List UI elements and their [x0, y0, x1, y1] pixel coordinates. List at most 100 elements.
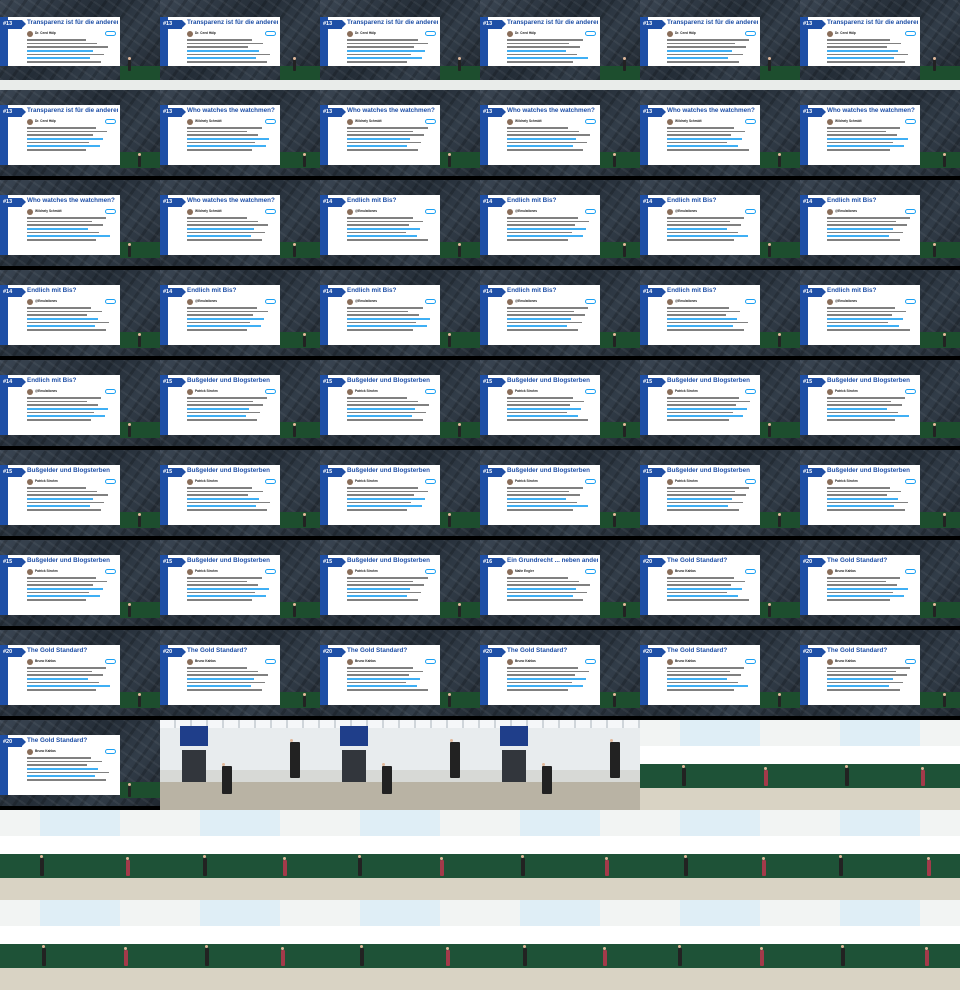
slide-frame[interactable]: #14 Endlich mit Bis? @Emulationes: [320, 180, 480, 270]
speaker: [293, 243, 296, 257]
slide-number: #15: [640, 468, 666, 477]
speaker: [760, 947, 764, 966]
slide-frame[interactable]: #13 Transparenz ist für die anderen... Dr.…: [640, 0, 800, 80]
stage-frame[interactable]: [640, 900, 800, 990]
slide-frame[interactable]: #15 Bußgelder und Blogsterben Patrick Stro…: [160, 360, 320, 450]
stage-frame[interactable]: [480, 810, 640, 900]
stage-frame[interactable]: [160, 900, 320, 990]
tweet-text: [27, 217, 111, 243]
stage-frame[interactable]: [320, 810, 480, 900]
text-line: [347, 408, 416, 410]
stage-frame[interactable]: [480, 900, 640, 990]
stage-frame[interactable]: [320, 900, 480, 990]
slide-frame[interactable]: #20 The Gold Standard? Bruno Kahlas: [480, 630, 640, 720]
text-line: [827, 397, 906, 399]
slide-frame[interactable]: #20 The Gold Standard? Bruno Kahlas: [0, 720, 160, 810]
slide-frame[interactable]: #13 Who watches the watchmen? Wildnely Sch…: [480, 90, 640, 180]
slide-frame[interactable]: #13 Transparenz ist für die anderen... Dr.…: [320, 0, 480, 80]
slide-frame[interactable]: #15 Bußgelder und Blogsterben Patrick Stro…: [160, 540, 320, 630]
slide-frame[interactable]: #15 Bußgelder und Blogsterben Patrick Stro…: [0, 540, 160, 630]
slide-frame[interactable]: #14 Endlich mit Bis? @Emulationes: [800, 270, 960, 360]
slide-frame[interactable]: #15 Bußgelder und Blogsterben Patrick Stro…: [480, 360, 640, 450]
slide-frame[interactable]: #13 Transparenz ist für die anderen... Dr.…: [160, 0, 320, 80]
slide-card: #13 Transparenz ist für die anderen... Dr.…: [0, 17, 120, 66]
stage-frame[interactable]: [480, 720, 640, 810]
stage-frame[interactable]: [640, 720, 800, 810]
slide-card: #13 Who watches the watchmen? Wildnely Sch…: [320, 105, 440, 165]
slide-card: #13 Transparenz ist für die anderen... Dr.…: [800, 17, 920, 66]
slide-frame[interactable]: #14 Endlich mit Bis? @Emulationes: [160, 270, 320, 360]
slide-frame[interactable]: #20 The Gold Standard? Bruno Kahlas: [320, 630, 480, 720]
slide-title: The Gold Standard?: [667, 557, 728, 564]
tweet-author: Patrick Strohm: [515, 389, 538, 393]
slide-frame[interactable]: #20 The Gold Standard? Bruno Kahlas: [0, 630, 160, 720]
slide-number: #13: [0, 108, 26, 117]
slide-frame[interactable]: #13 Transparenz ist für die anderen... Dr.…: [0, 0, 160, 80]
slide-frame[interactable]: #13 Who watches the watchmen? Wildnely Sch…: [160, 180, 320, 270]
speaker: [128, 783, 131, 797]
slide-frame[interactable]: #13 Who watches the watchmen? Wildnely Sch…: [0, 180, 160, 270]
tweet-text: [347, 39, 431, 65]
slide-frame[interactable]: #13 Who watches the watchmen? Wildnely Sch…: [800, 90, 960, 180]
slide-frame[interactable]: #14 Endlich mit Bis? @Emulationes: [480, 180, 640, 270]
slide-title: Endlich mit Bis?: [27, 377, 77, 384]
stage-frame[interactable]: [800, 900, 960, 990]
stage-frame[interactable]: [320, 720, 480, 810]
slide-number: #14: [0, 288, 26, 297]
slide-frame[interactable]: #13 Transparenz ist für die anderen... Dr.…: [0, 90, 160, 180]
stage-frame[interactable]: [0, 810, 160, 900]
slide-frame[interactable]: #15 Bußgelder und Blogsterben Patrick Stro…: [480, 450, 640, 540]
slide-frame[interactable]: #15 Bußgelder und Blogsterben Patrick Stro…: [800, 450, 960, 540]
speaker: [921, 767, 925, 786]
stage-floor: [120, 66, 160, 80]
slide-frame[interactable]: #15 Bußgelder und Blogsterben Patrick Stro…: [320, 540, 480, 630]
text-line: [507, 39, 584, 41]
slide-card: #20 The Gold Standard? Bruno Kahlas: [0, 645, 120, 705]
text-line: [667, 61, 740, 63]
slide-frame[interactable]: #20 The Gold Standard? Bruno Kahlas: [640, 540, 800, 630]
slide-frame[interactable]: #13 Who watches the watchmen? Wildnely Sch…: [640, 90, 800, 180]
slide-frame[interactable]: #15 Bußgelder und Blogsterben Patrick Stro…: [800, 360, 960, 450]
slide-frame[interactable]: #13 Who watches the watchmen? Wildnely Sch…: [160, 90, 320, 180]
slide-title: Who watches the watchmen?: [187, 107, 275, 114]
stage-frame[interactable]: [0, 900, 160, 990]
slide-frame[interactable]: #13 Transparenz ist für die anderen... Dr.…: [800, 0, 960, 80]
frame-grid: #13 Transparenz ist für die anderen... Dr.…: [0, 0, 960, 990]
slide-number: #20: [0, 648, 26, 657]
slide-frame[interactable]: #15 Bußgelder und Blogsterben Patrick Stro…: [160, 450, 320, 540]
slide-frame[interactable]: #14 Endlich mit Bis? @Emulationes: [320, 270, 480, 360]
slide-frame[interactable]: #13 Transparenz ist für die anderen... Dr.…: [480, 0, 640, 80]
stage-floor: [920, 602, 960, 618]
slide-frame[interactable]: #14 Endlich mit Bis? @Emulationes: [800, 180, 960, 270]
text-line: [27, 415, 106, 417]
slide-frame[interactable]: #15 Bußgelder und Blogsterben Patrick Stro…: [640, 360, 800, 450]
stage-frame[interactable]: [800, 720, 960, 810]
slide-frame[interactable]: #16 Ein Grundrecht ... neben anderen Malte…: [480, 540, 640, 630]
slide-frame[interactable]: #20 The Gold Standard? Bruno Kahlas: [160, 630, 320, 720]
slide-frame[interactable]: #13 Who watches the watchmen? Wildnely Sch…: [320, 90, 480, 180]
slide-frame[interactable]: #15 Bußgelder und Blogsterben Patrick Stro…: [320, 360, 480, 450]
slide-frame[interactable]: #14 Endlich mit Bis? @Emulationes: [0, 270, 160, 360]
slide-frame[interactable]: #15 Bußgelder und Blogsterben Patrick Stro…: [640, 450, 800, 540]
slide-frame[interactable]: #15 Bußgelder und Blogsterben Patrick Stro…: [320, 450, 480, 540]
stage-frame[interactable]: [160, 810, 320, 900]
tweet-author: Patrick Strohm: [35, 479, 58, 483]
text-line: [827, 141, 894, 144]
slide-frame[interactable]: #20 The Gold Standard? Bruno Kahlas: [640, 630, 800, 720]
tweet-author: @Emulationes: [835, 209, 858, 213]
text-line: [347, 145, 407, 147]
slide-frame[interactable]: #20 The Gold Standard? Bruno Kahlas: [800, 540, 960, 630]
stage-frame[interactable]: [160, 720, 320, 810]
tweet-author: @Emulationes: [35, 389, 58, 393]
slide-frame[interactable]: #14 Endlich mit Bis? @Emulationes: [0, 360, 160, 450]
slide-frame[interactable]: #14 Endlich mit Bis? @Emulationes: [480, 270, 640, 360]
stage-frame[interactable]: [800, 810, 960, 900]
slide-frame[interactable]: #20 The Gold Standard? Bruno Kahlas: [800, 630, 960, 720]
slide-frame[interactable]: #15 Bußgelder und Blogsterben Patrick Stro…: [0, 450, 160, 540]
tweet-author: Dr. Ceed Hälp: [35, 119, 56, 123]
slide-frame[interactable]: #14 Endlich mit Bis? @Emulationes: [640, 180, 800, 270]
slide-frame[interactable]: #14 Endlich mit Bis? @Emulationes: [640, 270, 800, 360]
slide-number: #13: [640, 20, 666, 29]
slide-card: #13 Who watches the watchmen? Wildnely Sch…: [160, 105, 280, 165]
stage-frame[interactable]: [640, 810, 800, 900]
